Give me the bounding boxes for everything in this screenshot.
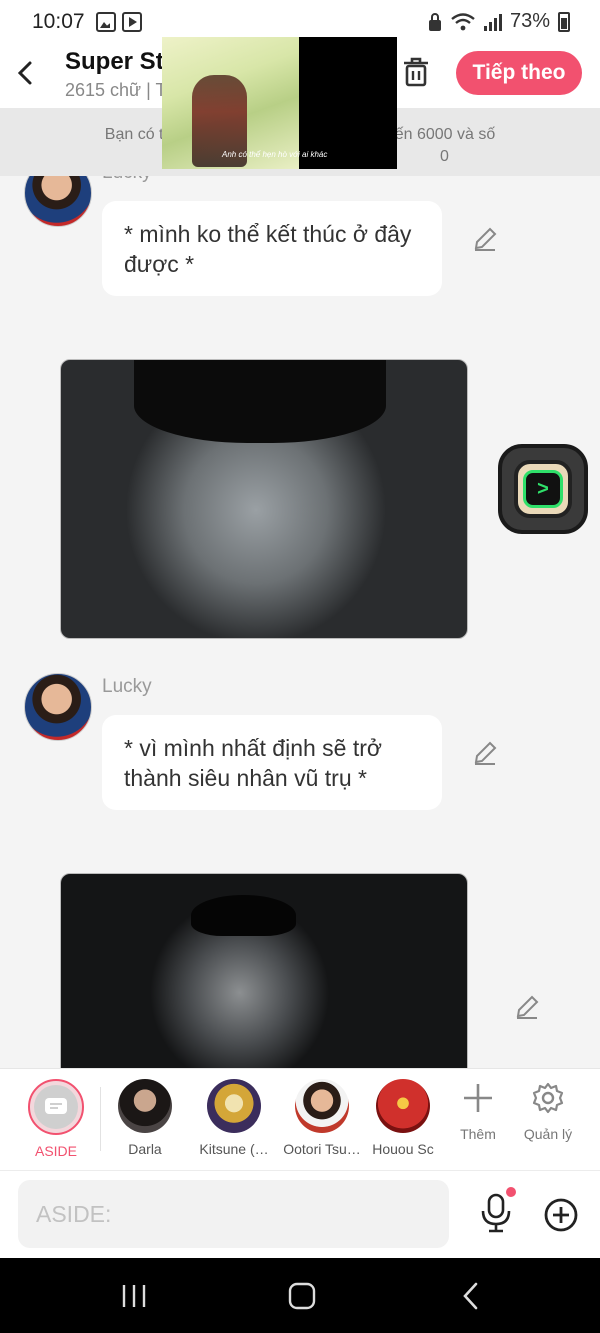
character-label: Kitsune (… xyxy=(199,1141,269,1157)
gear-icon xyxy=(532,1082,564,1114)
divider xyxy=(100,1087,101,1151)
message-photo[interactable] xyxy=(60,873,468,1068)
back-nav-button[interactable] xyxy=(452,1280,492,1312)
character-houou[interactable]: Houou Sc xyxy=(362,1079,444,1157)
battery-percent: 73% xyxy=(509,10,550,32)
character-label: ASIDE xyxy=(34,1143,77,1159)
chat-area[interactable]: Lucky * mình ko thể kết thúc ở đây được … xyxy=(0,176,600,1068)
message-photo[interactable] xyxy=(60,359,468,639)
pip-video-player[interactable]: Anh có thể hẹn hò với ai khác xyxy=(162,37,397,169)
character-kitsune[interactable]: Kitsune (… xyxy=(193,1079,275,1157)
character-aside[interactable]: ASIDE xyxy=(15,1079,97,1159)
edit-icon[interactable] xyxy=(472,740,498,766)
microphone-icon xyxy=(481,1193,511,1233)
manage-label: Quản lý xyxy=(523,1126,573,1142)
add-label: Thêm xyxy=(460,1126,496,1142)
message-bubble[interactable]: * mình ko thể kết thúc ở đây được * xyxy=(102,201,442,296)
recents-icon xyxy=(122,1285,146,1307)
home-icon xyxy=(288,1282,316,1310)
floating-app-icon: > xyxy=(514,460,572,518)
navigation-bar xyxy=(0,1258,600,1333)
word-count: 2615 chữ | T xyxy=(65,80,167,100)
edit-icon[interactable] xyxy=(472,226,498,252)
character-label: Ootori Tsu… xyxy=(283,1141,361,1157)
aside-avatar xyxy=(28,1079,84,1135)
chevron-left-icon xyxy=(17,61,32,85)
recents-button[interactable] xyxy=(114,1280,154,1312)
system-icons: 73% xyxy=(428,10,570,33)
sender-name: Lucky xyxy=(102,176,152,184)
back-button[interactable] xyxy=(14,58,38,88)
character-darla[interactable]: Darla xyxy=(104,1079,186,1157)
plus-icon xyxy=(464,1084,492,1112)
character-bar: ASIDE Darla Kitsune (… Ootori Tsu… Houou… xyxy=(0,1068,600,1170)
lock-icon xyxy=(428,12,441,31)
avatar xyxy=(207,1079,261,1133)
character-ootori[interactable]: Ootori Tsu… xyxy=(281,1079,363,1157)
message-bubble[interactable]: * vì mình nhất định sẽ trở thành siêu nh… xyxy=(102,715,442,810)
notification-icons xyxy=(96,12,142,32)
back-icon xyxy=(463,1282,478,1310)
edit-icon[interactable] xyxy=(514,994,540,1020)
battery-icon xyxy=(558,11,570,32)
character-label: Darla xyxy=(128,1141,162,1157)
home-button[interactable] xyxy=(282,1280,322,1312)
chat-bubble-icon xyxy=(34,1085,78,1129)
avatar[interactable] xyxy=(24,176,92,227)
avatar xyxy=(376,1079,430,1133)
plus-circle-icon xyxy=(544,1198,578,1232)
gallery-icon xyxy=(96,12,116,32)
avatar xyxy=(295,1079,349,1133)
avatar xyxy=(118,1079,172,1133)
message-text: * vì mình nhất định sẽ trở thành siêu nh… xyxy=(124,735,382,791)
trash-icon xyxy=(404,57,428,87)
continue-button[interactable]: Tiếp theo xyxy=(456,51,582,95)
message-input[interactable] xyxy=(18,1180,449,1248)
delete-button[interactable] xyxy=(401,56,431,88)
play-icon: > xyxy=(523,470,563,508)
avatar[interactable] xyxy=(24,673,92,741)
pip-caption: Anh có thể hẹn hò với ai khác xyxy=(222,150,328,159)
status-time: 10:07 xyxy=(32,10,85,33)
sender-name: Lucky xyxy=(102,676,152,697)
attach-button[interactable] xyxy=(543,1197,579,1233)
floating-app-button[interactable]: > xyxy=(498,444,588,534)
story-title: Super St xyxy=(65,48,164,75)
composer xyxy=(0,1170,600,1258)
notification-dot xyxy=(506,1187,516,1197)
media-play-icon xyxy=(122,12,142,32)
character-label: Houou Sc xyxy=(372,1141,434,1157)
add-character-button[interactable]: Thêm xyxy=(443,1081,513,1142)
manage-button[interactable]: Quản lý xyxy=(513,1081,583,1142)
signal-icon xyxy=(483,13,502,31)
microphone-button[interactable] xyxy=(480,1193,512,1233)
message-text: * mình ko thể kết thúc ở đây được * xyxy=(124,221,412,277)
wifi-icon xyxy=(451,12,475,30)
